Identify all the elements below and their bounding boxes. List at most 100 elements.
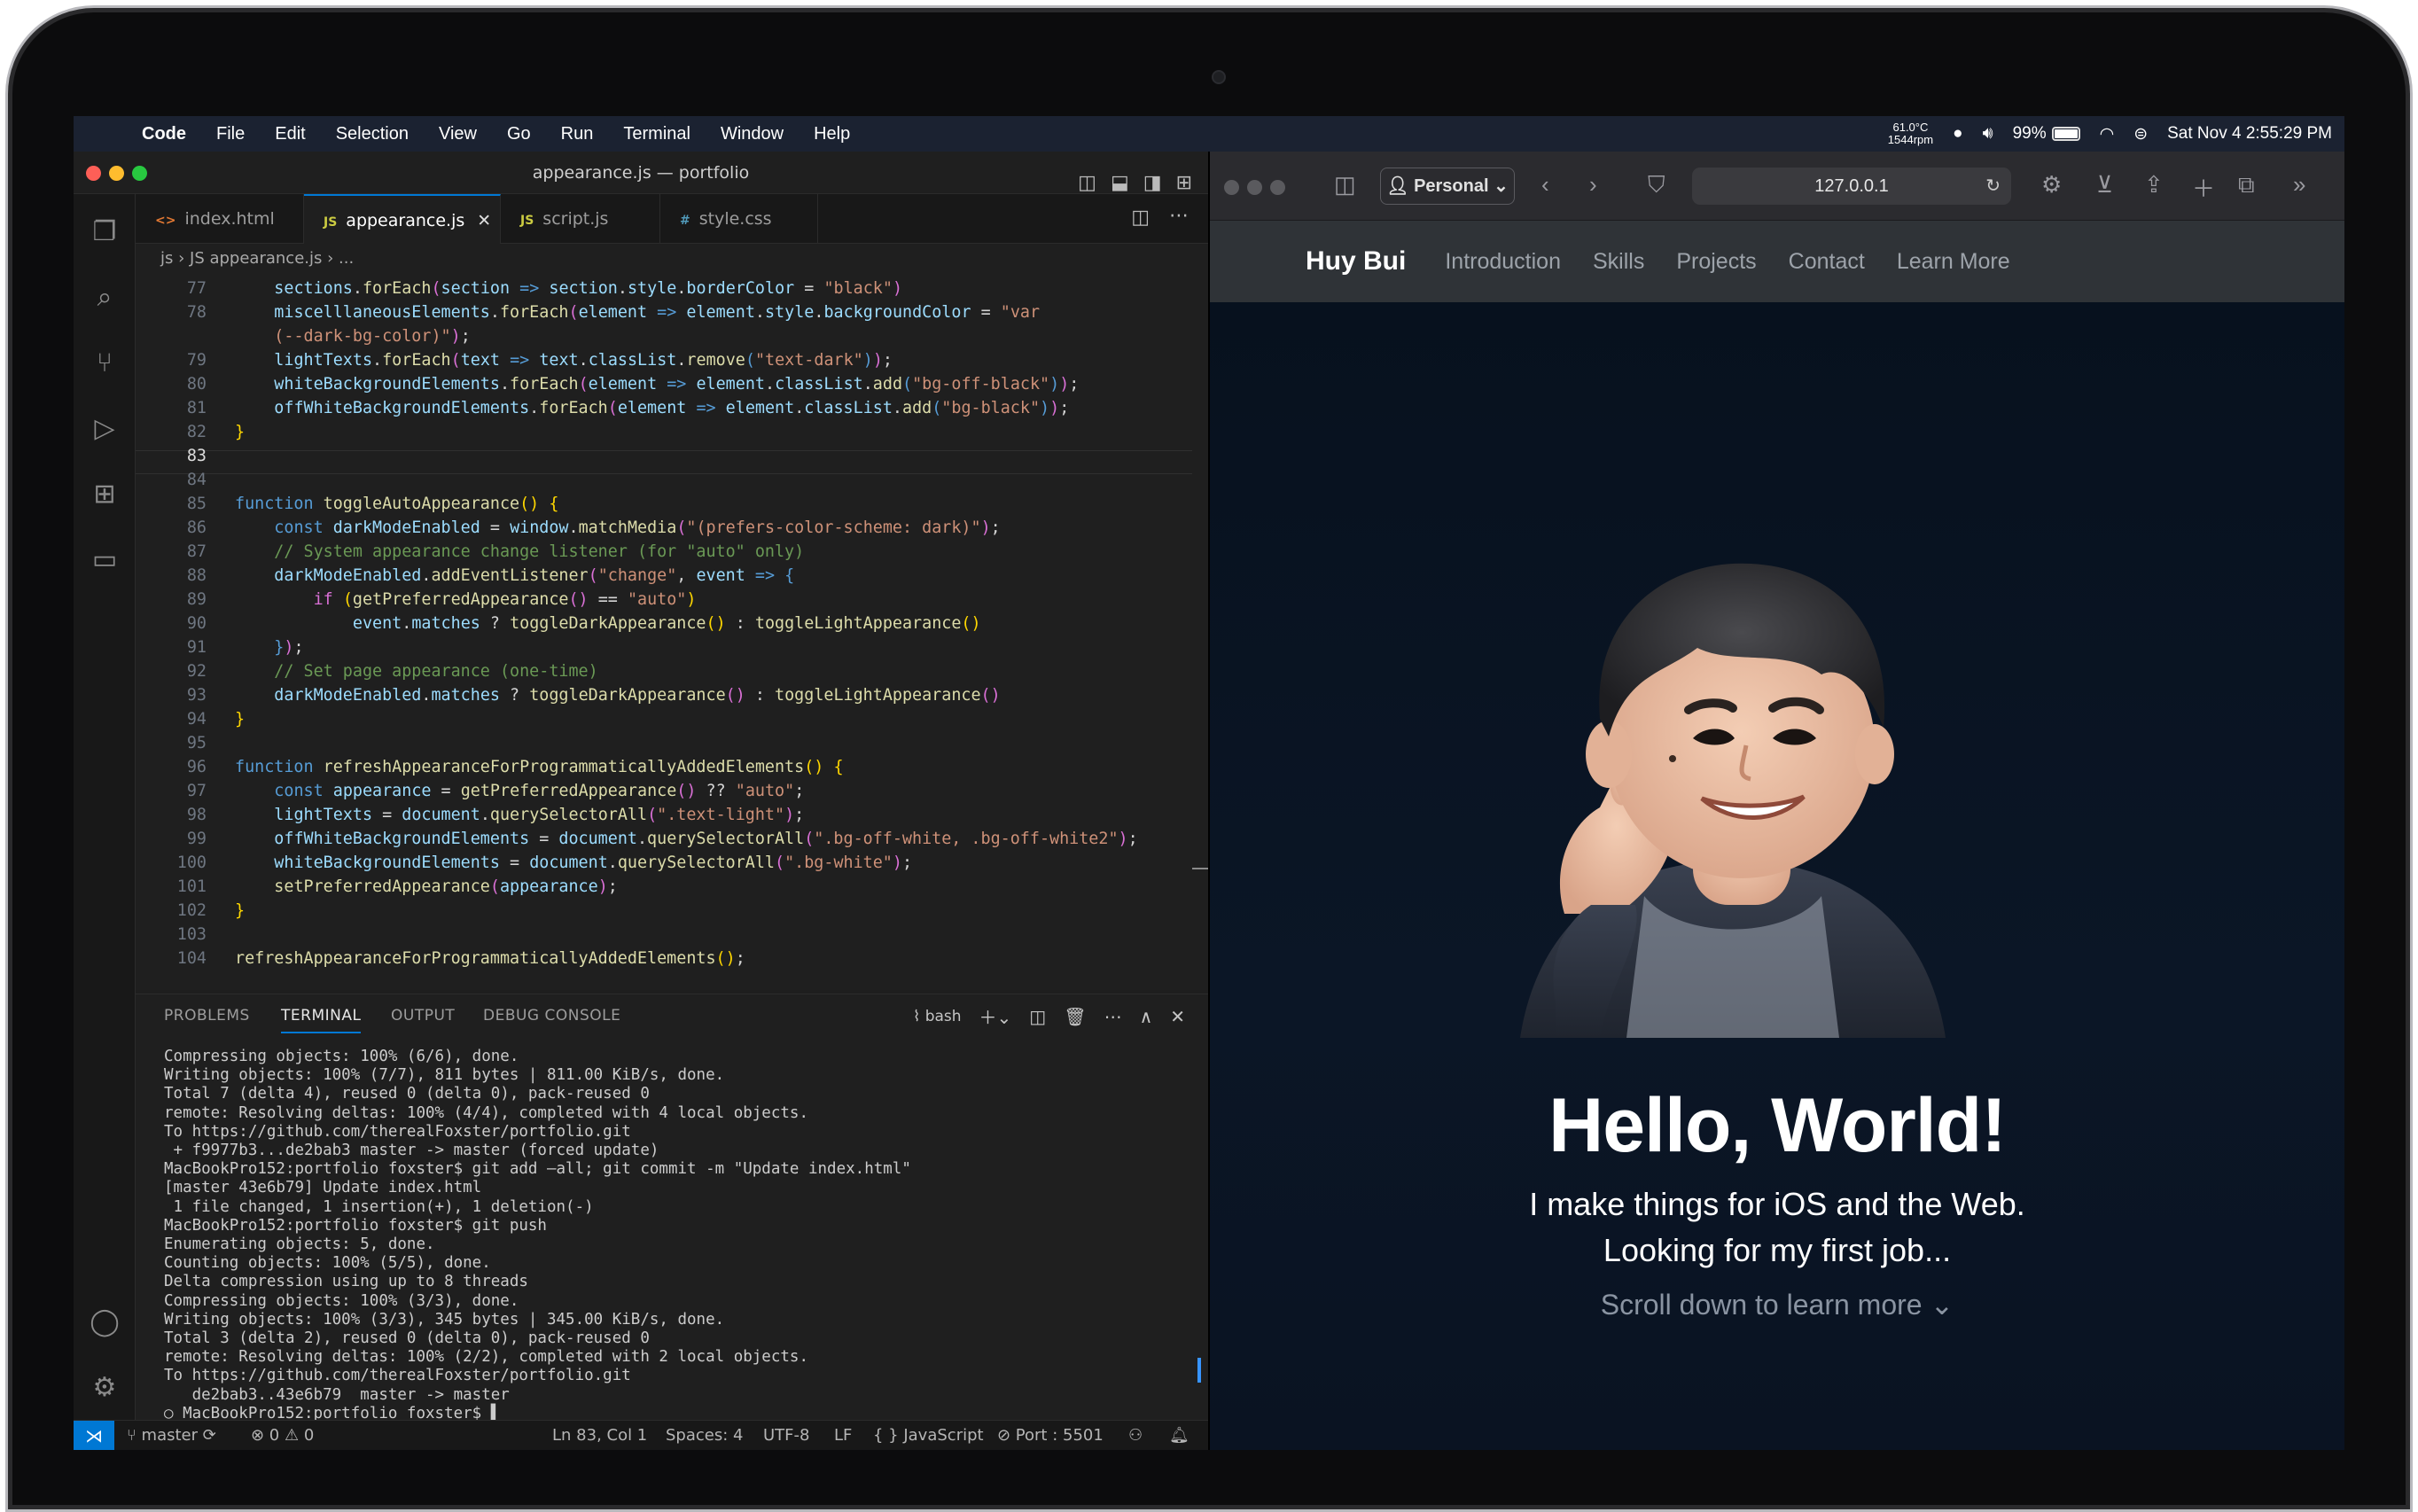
share-icon[interactable]: ⇪: [2144, 171, 2164, 199]
language-mode[interactable]: { } JavaScript: [873, 1421, 984, 1450]
tab-appearance-js[interactable]: JS appearance.js ✕: [304, 194, 501, 244]
privacy-shield-icon[interactable]: ⛉: [1648, 171, 1665, 199]
menu-selection[interactable]: Selection: [321, 124, 424, 144]
editor-scrollbar[interactable]: [1192, 868, 1208, 869]
notifications-icon[interactable]: 🔔︎: [1169, 1421, 1190, 1450]
terminal-scrollbar[interactable]: [1197, 1358, 1201, 1383]
code-editor[interactable]: 77 78 79 80 81 82 83 84 85 86 87 88 89 90 91 92 93 94 95 96…: [136, 274, 1208, 990]
accounts-icon[interactable]: ◯: [86, 1304, 123, 1341]
more-actions-icon[interactable]: ⋯: [1169, 205, 1189, 227]
hero-section: Hello, World! I make things for iOS and …: [1210, 302, 2344, 1450]
remote-explorer-icon[interactable]: ▭: [86, 542, 123, 579]
cursor-position[interactable]: Ln 83, Col 1: [552, 1421, 647, 1450]
breadcrumb[interactable]: js › JS appearance.js › ...: [136, 244, 1208, 274]
minimize-window-button[interactable]: [109, 166, 124, 181]
zoom-window-button[interactable]: [1270, 180, 1285, 195]
nav-learn-more[interactable]: Learn More: [1897, 249, 2010, 275]
menu-bar: Code File Edit Selection View Go Run Ter…: [74, 116, 2344, 152]
line-number: 89: [186, 590, 207, 609]
tab-debug-console[interactable]: DEBUG CONSOLE: [483, 1007, 620, 1025]
code-line: const appearance = getPreferredAppearanc…: [274, 782, 805, 800]
new-terminal-icon[interactable]: ＋⌄: [979, 1003, 1012, 1029]
control-center-icon[interactable]: ⊜: [2133, 124, 2148, 144]
nav-skills[interactable]: Skills: [1593, 249, 1644, 275]
nav-projects[interactable]: Projects: [1676, 249, 1756, 275]
line-number: 98: [186, 806, 207, 824]
trash-icon[interactable]: 🗑︎: [1064, 1006, 1086, 1027]
maximize-panel-icon[interactable]: ∧: [1140, 1006, 1153, 1027]
extension-gear-icon[interactable]: ⚙: [2041, 171, 2062, 199]
status-bar: ⋊ ⑂ master ⟳ ⊗ 0 ⚠ 0 Ln 83, Col 1 Spaces…: [74, 1420, 1208, 1450]
hero-tagline: I make things for iOS and the Web. Looki…: [1210, 1181, 2344, 1274]
tab-index-html[interactable]: <> index.html: [136, 194, 304, 244]
code-line: darkModeEnabled.addEventListener("change…: [274, 566, 795, 585]
menu-run[interactable]: Run: [546, 124, 609, 144]
scroll-hint-link[interactable]: Scroll down to learn more ⌄: [1210, 1288, 2344, 1321]
menu-terminal[interactable]: Terminal: [608, 124, 706, 144]
tab-overview-icon[interactable]: ⧉: [2238, 171, 2255, 199]
tab-terminal[interactable]: TERMINAL: [281, 1007, 362, 1033]
run-debug-icon[interactable]: ▷: [86, 410, 123, 448]
close-window-button[interactable]: [86, 166, 101, 181]
reload-icon[interactable]: ↻: [1985, 168, 2001, 205]
minimize-window-button[interactable]: [1247, 180, 1262, 195]
chevron-down-icon: ⌄: [1488, 176, 1509, 196]
zoom-window-button[interactable]: [132, 166, 147, 181]
extensions-icon[interactable]: ⊞: [86, 476, 123, 513]
volume-icon[interactable]: 🔊︎: [1983, 124, 1993, 144]
problems-status[interactable]: ⊗ 0 ⚠ 0: [251, 1421, 314, 1450]
html-file-icon: <>: [155, 214, 176, 228]
site-brand[interactable]: Huy Bui: [1306, 246, 1406, 277]
js-file-icon: JS: [520, 214, 534, 228]
cpu-stats[interactable]: 61.0°C 1544rpm: [1888, 121, 1933, 146]
menu-help[interactable]: Help: [799, 124, 865, 144]
explorer-icon[interactable]: ❐: [86, 214, 123, 251]
live-server-port[interactable]: ⊘ Port : 5501: [997, 1421, 1104, 1450]
forward-icon[interactable]: ›: [1589, 171, 1597, 199]
address-bar[interactable]: 127.0.0.1 ↻: [1692, 168, 2011, 205]
menu-file[interactable]: File: [201, 124, 260, 144]
terminal-output[interactable]: Compressing objects: 100% (6/6), done. W…: [164, 1048, 1192, 1423]
more-toolbar-icon[interactable]: »: [2293, 171, 2305, 199]
tab-problems[interactable]: PROBLEMS: [164, 1007, 250, 1025]
menu-app-name[interactable]: Code: [127, 124, 201, 144]
close-tab-icon[interactable]: ✕: [477, 211, 491, 230]
record-dot-icon[interactable]: ●: [1953, 124, 1962, 144]
more-actions-icon[interactable]: ⋯: [1104, 1006, 1122, 1027]
sidebar-toggle-icon[interactable]: ◫: [1334, 171, 1356, 199]
encoding[interactable]: UTF-8: [763, 1421, 809, 1450]
settings-gear-icon[interactable]: ⚙: [86, 1369, 123, 1407]
remote-indicator-icon[interactable]: ⋊: [74, 1421, 114, 1450]
tab-style-css[interactable]: # style.css: [660, 194, 818, 244]
cpu-temp: 61.0°C: [1892, 121, 1929, 134]
branch-status[interactable]: ⑂ master ⟳: [127, 1421, 216, 1450]
split-editor-icon[interactable]: ◫: [1131, 207, 1150, 229]
tab-output[interactable]: OUTPUT: [391, 1007, 455, 1025]
wifi-icon[interactable]: ◠: [2100, 124, 2115, 144]
close-window-button[interactable]: [1224, 180, 1239, 195]
split-terminal-icon[interactable]: ◫: [1029, 1006, 1046, 1027]
menu-window[interactable]: Window: [706, 124, 799, 144]
nav-contact[interactable]: Contact: [1789, 249, 1865, 275]
profile-selector[interactable]: 👤︎ Personal ⌄: [1380, 168, 1515, 205]
tab-script-js[interactable]: JS script.js: [501, 194, 660, 244]
menu-clock[interactable]: Sat Nov 4 2:55:29 PM: [2167, 124, 2332, 144]
battery-status[interactable]: 99%: [2013, 124, 2080, 144]
code-line: whiteBackgroundElements = document.query…: [274, 853, 913, 872]
accounts-icon[interactable]: ⚇: [1128, 1421, 1143, 1450]
menu-edit[interactable]: Edit: [260, 124, 320, 144]
nav-introduction[interactable]: Introduction: [1445, 249, 1561, 275]
close-panel-icon[interactable]: ✕: [1170, 1006, 1185, 1027]
indentation[interactable]: Spaces: 4: [666, 1421, 743, 1450]
downloads-icon[interactable]: ⊻: [2096, 171, 2113, 199]
menu-go[interactable]: Go: [492, 124, 546, 144]
new-tab-icon[interactable]: ＋: [2192, 171, 2215, 204]
source-control-icon[interactable]: ⑂: [86, 345, 123, 382]
back-icon[interactable]: ‹: [1541, 171, 1549, 199]
menu-view[interactable]: View: [424, 124, 492, 144]
line-number: 86: [186, 518, 207, 537]
end-of-line[interactable]: LF: [834, 1421, 852, 1450]
branch-icon: ⑂: [127, 1426, 142, 1445]
search-icon[interactable]: ⌕: [86, 279, 123, 316]
terminal-shell-selector[interactable]: ⌇ bash: [913, 1008, 962, 1025]
